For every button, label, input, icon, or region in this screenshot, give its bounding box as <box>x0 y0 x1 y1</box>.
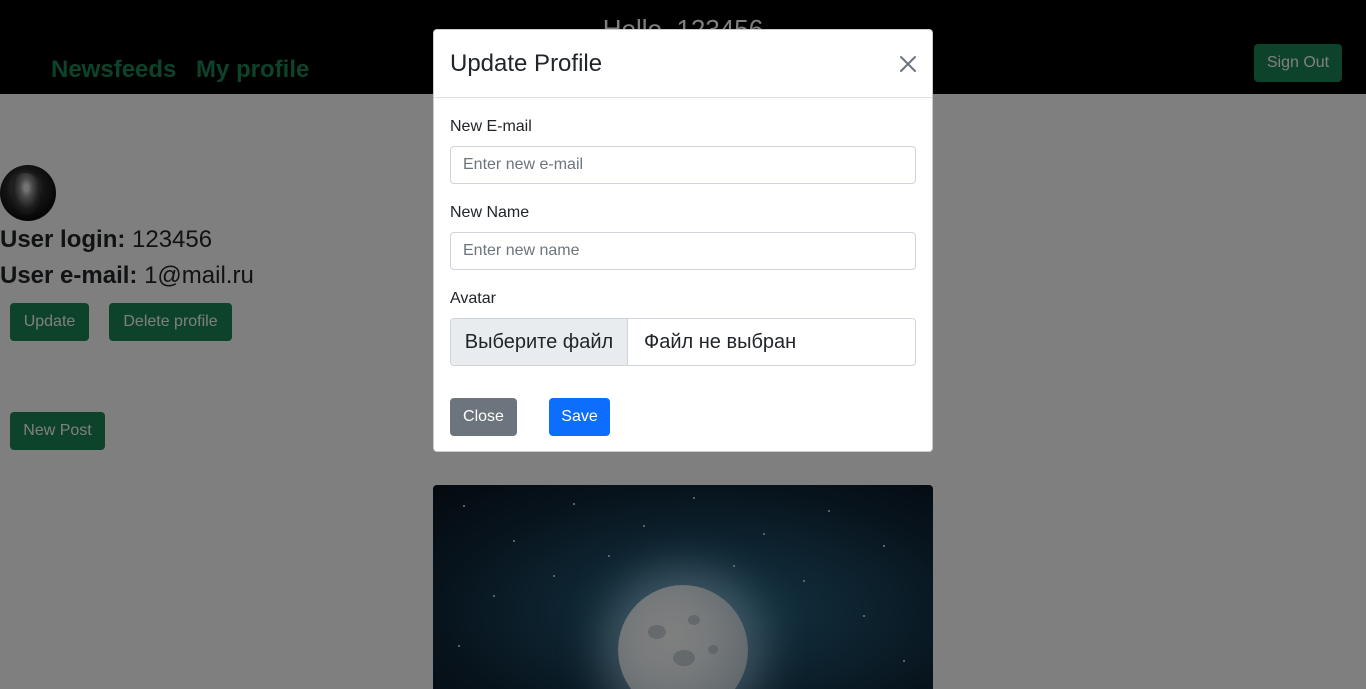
close-button[interactable]: Close <box>450 398 517 436</box>
update-profile-modal: Update Profile New E-mail New Name Avata… <box>433 29 933 452</box>
new-name-input[interactable] <box>450 232 916 270</box>
new-email-input[interactable] <box>450 146 916 184</box>
modal-header: Update Profile <box>434 30 932 98</box>
choose-file-button[interactable]: Выберите файл <box>451 319 628 365</box>
avatar-file-input[interactable]: Выберите файл Файл не выбран <box>450 318 916 366</box>
new-name-label: New Name <box>450 204 530 221</box>
save-button[interactable]: Save <box>549 398 610 436</box>
close-icon[interactable] <box>896 52 920 76</box>
avatar-label: Avatar <box>450 290 496 307</box>
new-email-label: New E-mail <box>450 118 532 135</box>
modal-title: Update Profile <box>450 50 603 77</box>
file-status-text: Файл не выбран <box>644 330 797 353</box>
